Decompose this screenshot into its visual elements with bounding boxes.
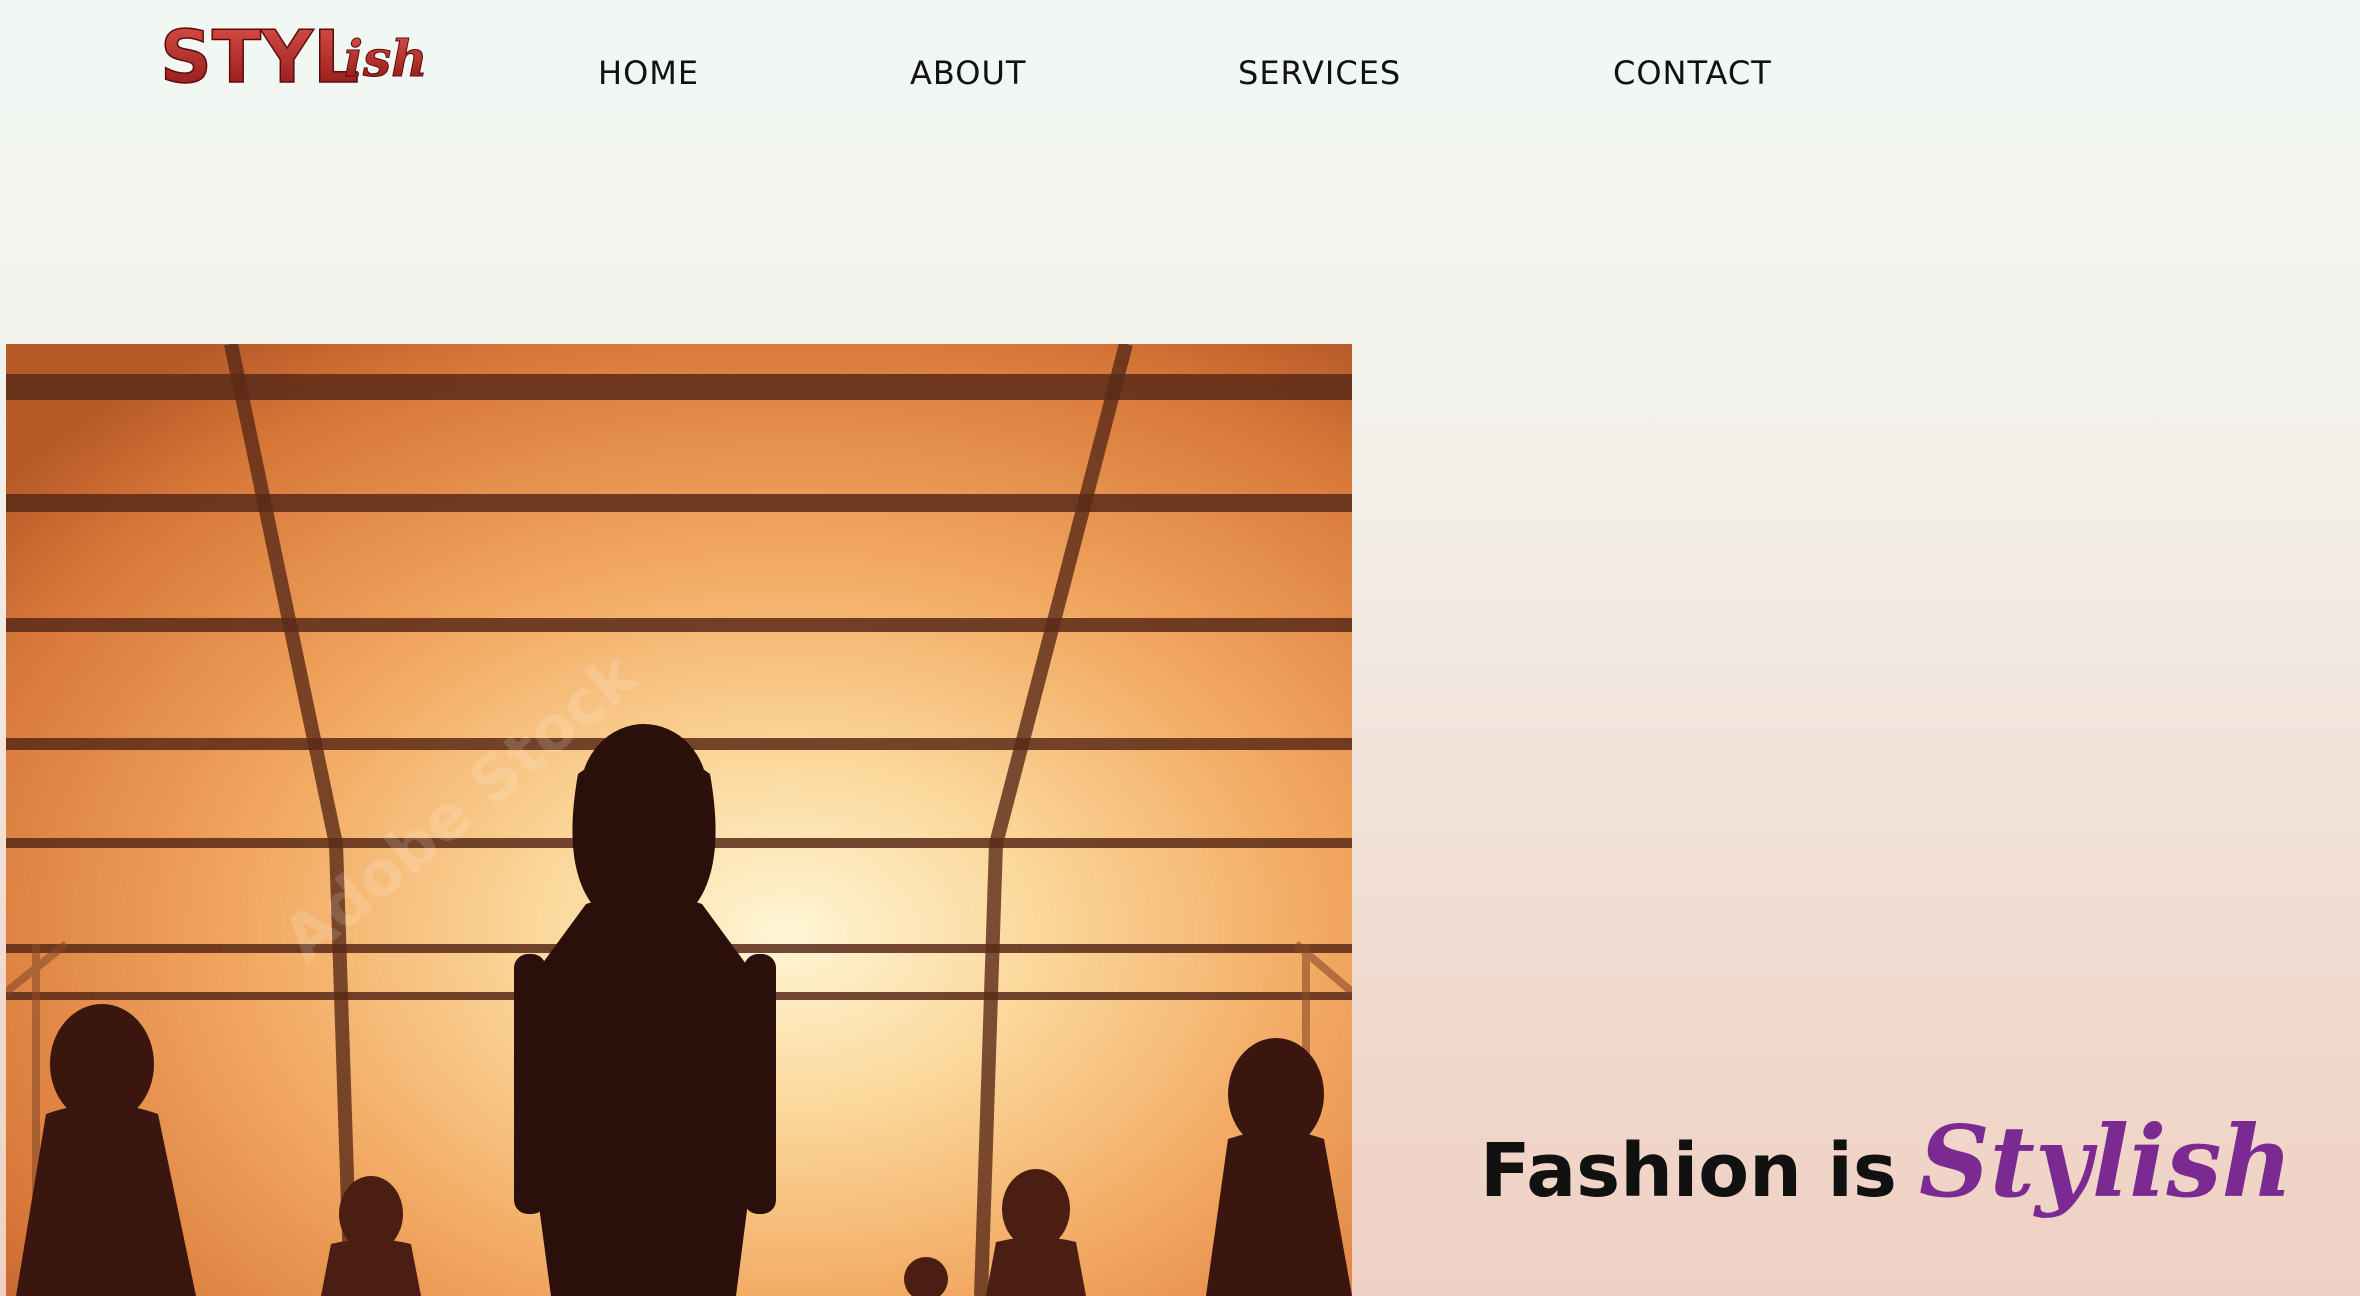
runway-silhouette-image: Adobe Stock [6,344,1352,1296]
tagline-main-text: Fashion is [1480,1128,1897,1214]
nav-about-link[interactable]: ABOUT [910,54,1026,92]
nav-services-link[interactable]: SERVICES [1238,54,1401,92]
nav-contact-link[interactable]: CONTACT [1613,54,1772,92]
hero-tagline: Fashion is Stylish [1480,1105,2293,1220]
tagline-accent-text: Stylish [1918,1105,2293,1220]
nav-home-link[interactable]: HOME [598,54,699,92]
main-nav: HOME ABOUT SERVICES CONTACT [0,0,2360,150]
